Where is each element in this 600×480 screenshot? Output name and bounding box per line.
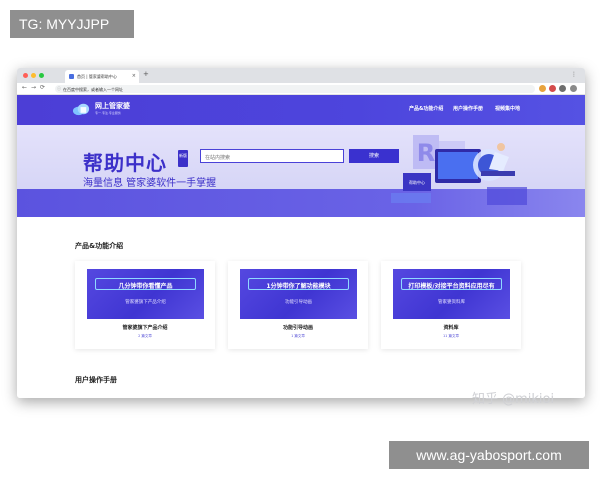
tab-home[interactable]: 首页 | 管家婆帮助中心 × <box>65 70 139 83</box>
watermark-zhihu: 知乎 @mikioi <box>472 392 555 407</box>
profile-avatar[interactable] <box>570 85 577 92</box>
nav-videos[interactable]: 视频集中地 <box>495 105 520 112</box>
extension-icon-3[interactable] <box>559 85 566 92</box>
back-icon[interactable]: ← <box>22 84 27 91</box>
logo-subtitle: 专一·专注·专业服务 <box>95 111 121 115</box>
card-resource-library[interactable]: 打印模板/对接平台资料应用尽有 管家婆资料库 资料库 11 篇文章 <box>381 261 521 349</box>
help-center-illustration-icon: R 帮助中心 <box>391 135 527 205</box>
nav-products[interactable]: 产品&功能介绍 <box>409 105 443 112</box>
card-banner-headline: 几分钟带你看懂产品 <box>118 283 173 290</box>
manual-section-title: 用户操作手册 <box>75 376 117 384</box>
close-tab-icon[interactable]: × <box>132 73 136 79</box>
site-page: 网上管家婆 专一·专注·专业服务 产品&功能介绍 用户操作手册 视频集中地 帮助… <box>17 95 585 398</box>
browser-toolbar: ← → ⟳ ⓘ 在百度中搜索，或者输入一个网址 <box>17 83 585 95</box>
card-banner-caption: 管家婆资料库 <box>438 300 465 305</box>
tab-bar: 首页 | 管家婆帮助中心 × + ⋮ <box>17 68 585 83</box>
card-title[interactable]: 功能引导动画 <box>228 324 368 331</box>
hero-banner: 帮助中心 新版 海量信息 管家婆软件一手掌握 搜索 R 帮助中心 <box>17 125 585 217</box>
card-banner-caption: 功能引导动画 <box>285 300 312 305</box>
extension-icon-2[interactable] <box>549 85 556 92</box>
card-title[interactable]: 资料库 <box>381 324 521 331</box>
minimize-window-dot[interactable] <box>31 73 36 78</box>
card-article-count: 2 篇文章 <box>138 334 152 338</box>
products-section-title: 产品&功能介绍 <box>75 242 124 250</box>
card-banner-headline: 打印模板/对接平台资料应用尽有 <box>408 283 495 290</box>
svg-text:R: R <box>417 139 435 167</box>
card-article-count: 11 篇文章 <box>442 334 460 338</box>
new-version-badge: 新版 <box>178 150 188 167</box>
card-banner: 几分钟带你看懂产品 管家婆旗下产品介绍 <box>87 269 204 319</box>
card-product-intro[interactable]: 几分钟带你看懂产品 管家婆旗下产品介绍 管家婆旗下产品介绍 2 篇文章 <box>75 261 215 349</box>
watermark-bottom-right: www.ag-yabosport.com <box>389 441 589 469</box>
card-article-count: 1 篇文章 <box>291 334 305 338</box>
favicon-icon <box>69 74 74 79</box>
site-search-input[interactable] <box>200 149 344 163</box>
browser-window: 首页 | 管家婆帮助中心 × + ⋮ ← → ⟳ ⓘ 在百度中搜索，或者输入一个… <box>17 68 585 398</box>
card-title[interactable]: 管家婆旗下产品介绍 <box>75 324 215 331</box>
card-banner-caption: 管家婆旗下产品介绍 <box>125 300 166 305</box>
reload-icon[interactable]: ⟳ <box>40 84 45 91</box>
card-banner: 打印模板/对接平台资料应用尽有 管家婆资料库 <box>393 269 510 319</box>
logo-title[interactable]: 网上管家婆 <box>95 101 130 111</box>
illustration-label: 帮助中心 <box>409 179 425 185</box>
hero-title: 帮助中心 <box>83 151 167 175</box>
close-window-dot[interactable] <box>23 73 28 78</box>
browser-menu-icon[interactable]: ⋮ <box>571 71 577 78</box>
hero-subtitle: 海量信息 管家婆软件一手掌握 <box>83 178 217 189</box>
watermark-top-left: TG: MYYJJPP <box>10 10 134 38</box>
tab-title: 首页 | 管家婆帮助中心 <box>77 74 117 79</box>
card-banner-headline: 1分钟带你了解功能模块 <box>266 283 331 290</box>
maximize-window-dot[interactable] <box>39 73 44 78</box>
site-info-icon[interactable]: ⓘ <box>57 86 61 92</box>
card-feature-guide[interactable]: 1分钟带你了解功能模块 功能引导动画 功能引导动画 1 篇文章 <box>228 261 368 349</box>
site-header: 网上管家婆 专一·专注·专业服务 产品&功能介绍 用户操作手册 视频集中地 <box>17 95 585 125</box>
cloud-logo-icon <box>72 103 90 116</box>
forward-icon[interactable]: → <box>31 84 36 91</box>
nav-manual[interactable]: 用户操作手册 <box>453 105 483 112</box>
address-text: 在百度中搜索，或者输入一个网址 <box>63 87 123 92</box>
new-tab-button[interactable]: + <box>143 70 149 78</box>
address-bar[interactable]: ⓘ 在百度中搜索，或者输入一个网址 <box>55 85 535 93</box>
card-banner: 1分钟带你了解功能模块 功能引导动画 <box>240 269 357 319</box>
extension-icon-1[interactable] <box>539 85 546 92</box>
